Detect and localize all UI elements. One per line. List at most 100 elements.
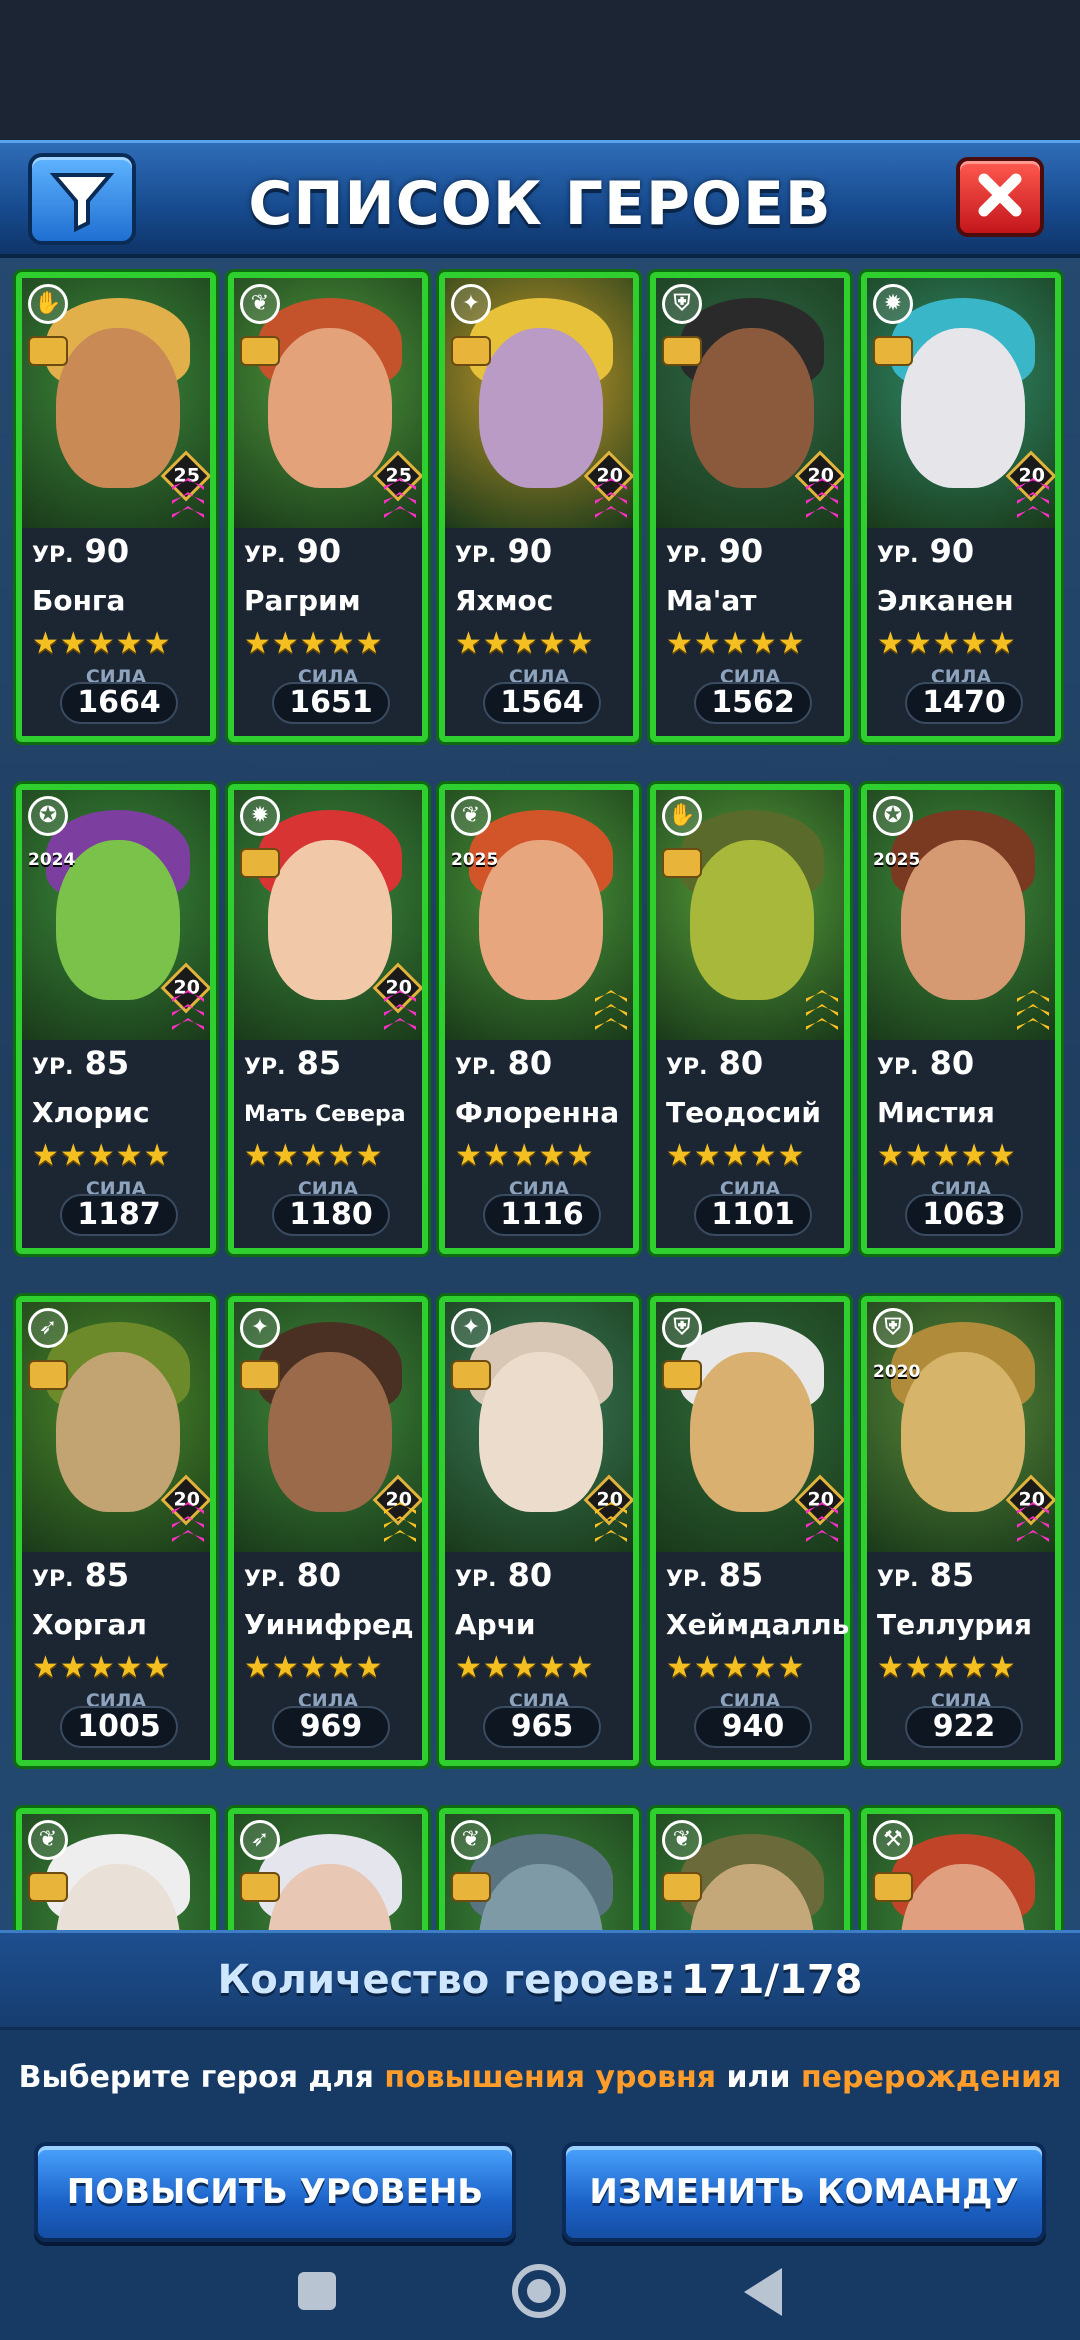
hero-card[interactable]: ❦ 25 УР. 90 Рагрим ★★★★★ СИЛА 1651 (228, 272, 428, 742)
hero-level: УР. 85 (244, 1044, 341, 1082)
hero-power: 1116 (483, 1194, 601, 1236)
emblem-icon (28, 1872, 68, 1902)
hero-stars: ★★★★★ (455, 1650, 595, 1685)
hero-card-partial[interactable]: ❦ (650, 1808, 850, 1930)
emblem-icon (451, 1872, 491, 1902)
status-bar (0, 0, 1080, 140)
hero-card[interactable]: ➶ 20 УР. 85 Хоргал ★★★★★ СИЛА 1005 (16, 1296, 216, 1766)
level-prefix: УР. (455, 1055, 497, 1080)
hero-power: 1005 (60, 1706, 178, 1748)
hero-card-partial[interactable]: ⚒ (861, 1808, 1061, 1930)
hero-portrait: ❦ 2025 (445, 790, 633, 1040)
hero-card[interactable]: ⛨ 20 УР. 90 Ма'ат ★★★★★ СИЛА 1562 (650, 272, 850, 742)
hero-level: УР. 80 (244, 1556, 341, 1594)
hero-grid[interactable]: ✋ 25 УР. 90 Бонга ★★★★★ СИЛА 1664 ❦ 25 УР. 90 Рагр… (0, 258, 1080, 1930)
hero-card[interactable]: ⛨ 20 УР. 85 Хеймдалль ★★★★★ СИЛА 940 (650, 1296, 850, 1766)
hero-card[interactable]: ⛨ 2020 20 УР. 85 Теллурия ★★★★★ СИЛА 922 (861, 1296, 1061, 1766)
hero-class-icon: ➶ (240, 1820, 280, 1860)
hero-stars: ★★★★★ (244, 1138, 384, 1173)
hero-card-partial[interactable]: ➶ (228, 1808, 428, 1930)
close-button[interactable] (956, 157, 1044, 237)
emblem-icon (28, 1360, 68, 1390)
level-value: 85 (929, 1556, 975, 1594)
hero-portrait: ➶ 20 (22, 1302, 210, 1552)
recent-apps-icon[interactable] (298, 2272, 336, 2310)
hero-class-icon: ✪ (873, 796, 913, 836)
hero-name: Уинифред (244, 1608, 414, 1641)
header-bar: СПИСОК ГЕРОЕВ (0, 140, 1080, 258)
hero-card[interactable]: ✪ 2024 20 УР. 85 Хлорис ★★★★★ СИЛА 1187 (16, 784, 216, 1254)
system-nav-bar (0, 2250, 1080, 2340)
portrait-face (690, 328, 814, 488)
hero-power: 1180 (272, 1194, 390, 1236)
hero-card[interactable]: ❦ 2025 УР. 80 Флоренна ★★★★★ СИЛА 1116 (439, 784, 639, 1254)
emblem-icon (662, 1872, 702, 1902)
hero-year-tag: 2025 (873, 850, 921, 870)
hero-level: УР. 85 (32, 1556, 129, 1594)
level-value: 80 (507, 1556, 553, 1594)
hero-level: УР. 80 (877, 1044, 974, 1082)
level-cap-value: 20 (385, 976, 412, 999)
portrait-face (268, 1352, 392, 1512)
hero-portrait: ❦ (445, 1814, 633, 1930)
level-cap-value: 25 (173, 464, 200, 487)
hero-card-partial[interactable]: ❦ (439, 1808, 639, 1930)
level-cap-value: 20 (807, 464, 834, 487)
level-prefix: УР. (666, 543, 708, 568)
hero-stars: ★★★★★ (32, 1138, 172, 1173)
back-icon[interactable] (744, 2268, 782, 2316)
hero-stars: ★★★★★ (32, 626, 172, 661)
hero-stars: ★★★★★ (244, 626, 384, 661)
hero-card[interactable]: ✋ 25 УР. 90 Бонга ★★★★★ СИЛА 1664 (16, 272, 216, 742)
change-team-button[interactable]: ИЗМЕНИТЬ КОМАНДУ (562, 2142, 1046, 2242)
level-value: 85 (718, 1556, 764, 1594)
hero-class-icon: ✹ (873, 284, 913, 324)
hero-class-icon: ✦ (240, 1308, 280, 1348)
hero-card[interactable]: ✹ 20 УР. 85 Мать Севера ★★★★★ СИЛА 1180 (228, 784, 428, 1254)
hint-part: Выберите героя для (18, 2060, 385, 2095)
hero-year-tag: 2025 (451, 850, 499, 870)
level-cap-value: 20 (385, 1488, 412, 1511)
hero-card[interactable]: ✋ УР. 80 Теодосий ★★★★★ СИЛА 1101 (650, 784, 850, 1254)
hero-portrait: ➶ (234, 1814, 422, 1930)
level-value: 80 (296, 1556, 342, 1594)
level-prefix: УР. (244, 1567, 286, 1592)
hero-name: Рагрим (244, 584, 361, 617)
hero-card[interactable]: ✦ 20 УР. 90 Яхмос ★★★★★ СИЛА 1564 (439, 272, 639, 742)
level-cap-value: 20 (1018, 464, 1045, 487)
hero-class-icon: ✪ (28, 796, 68, 836)
emblem-icon (240, 336, 280, 366)
hero-power: 1101 (694, 1194, 812, 1236)
level-value: 80 (718, 1044, 764, 1082)
hero-portrait: ⛨ 20 (656, 1302, 844, 1552)
hero-level: УР. 90 (877, 532, 974, 570)
hero-class-icon: ⛨ (662, 284, 702, 324)
hero-card-partial[interactable]: ❦ (16, 1808, 216, 1930)
hero-card[interactable]: ✦ 20 УР. 80 Арчи ★★★★★ СИЛА 965 (439, 1296, 639, 1766)
hero-level: УР. 85 (666, 1556, 763, 1594)
portrait-face (268, 840, 392, 1000)
hero-card[interactable]: ✪ 2025 УР. 80 Мистия ★★★★★ СИЛА 1063 (861, 784, 1061, 1254)
emblem-icon (662, 336, 702, 366)
hero-name: Арчи (455, 1608, 536, 1641)
close-icon (978, 173, 1022, 217)
portrait-face (690, 840, 814, 1000)
hero-stars: ★★★★★ (666, 626, 806, 661)
hero-power: 1470 (905, 682, 1023, 724)
portrait-face (56, 328, 180, 488)
hero-name: Элканен (877, 584, 1014, 617)
hero-stars: ★★★★★ (666, 1138, 806, 1173)
hero-card[interactable]: ✹ 20 УР. 90 Элканен ★★★★★ СИЛА 1470 (861, 272, 1061, 742)
emblem-icon (451, 336, 491, 366)
home-icon[interactable] (512, 2264, 566, 2318)
hero-year-tag: 2024 (28, 850, 76, 870)
level-up-button[interactable]: ПОВЫСИТЬ УРОВЕНЬ (34, 2142, 516, 2242)
hero-power: 1063 (905, 1194, 1023, 1236)
hero-card[interactable]: ✦ 20 УР. 80 Уинифред ★★★★★ СИЛА 969 (228, 1296, 428, 1766)
hero-year-tag: 2020 (873, 1362, 921, 1382)
level-value: 90 (84, 532, 130, 570)
emblem-icon (662, 848, 702, 878)
hero-portrait: ✦ 20 (445, 1302, 633, 1552)
hero-power: 969 (272, 1706, 390, 1748)
level-prefix: УР. (666, 1055, 708, 1080)
